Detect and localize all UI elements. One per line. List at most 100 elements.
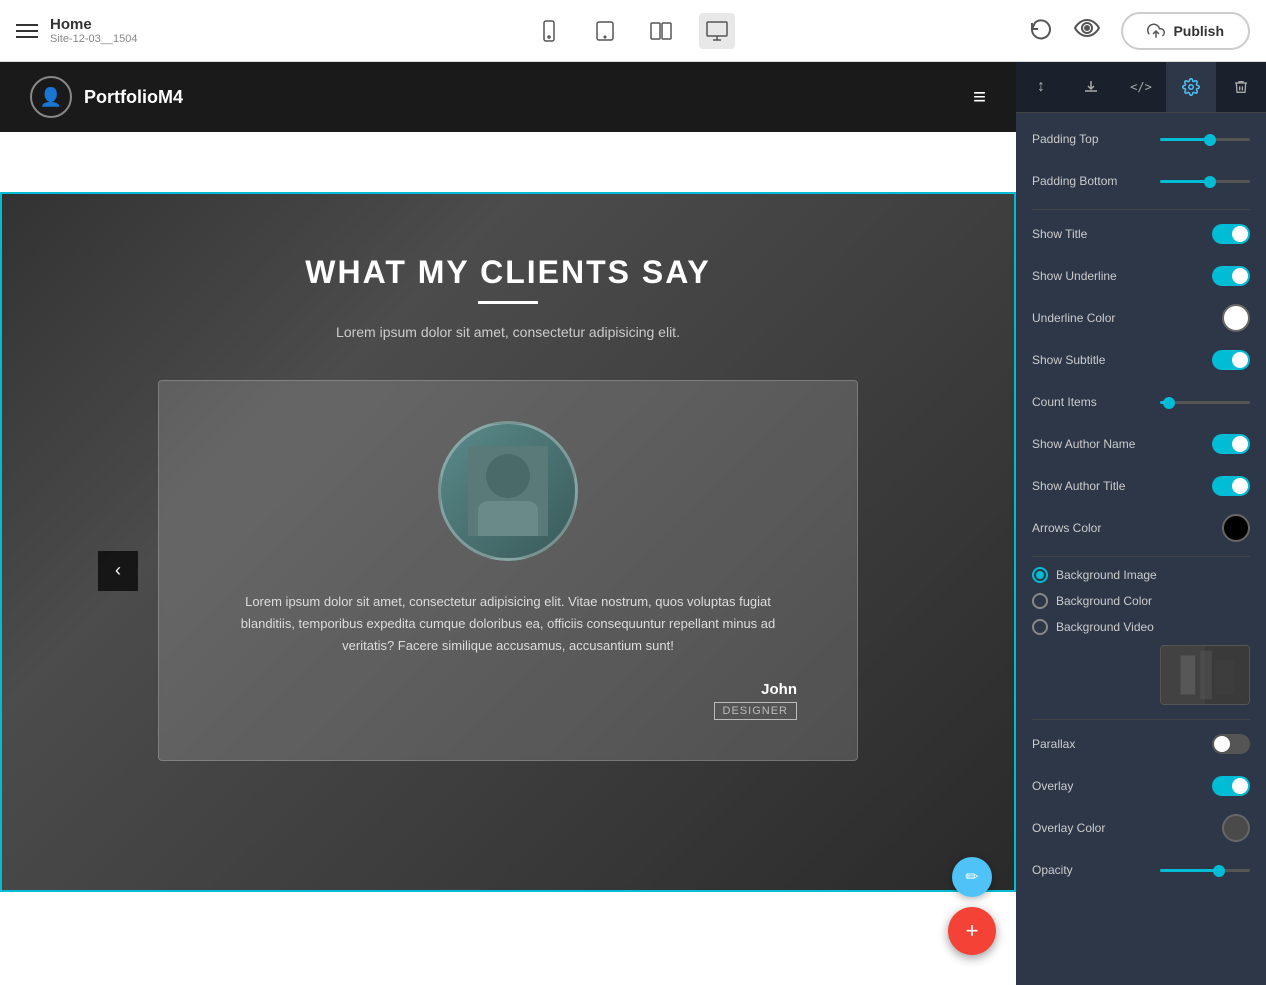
overlay-row: Overlay: [1032, 772, 1250, 800]
parallax-row: Parallax: [1032, 730, 1250, 758]
padding-top-label: Padding Top: [1032, 132, 1141, 146]
show-author-title-row: Show Author Title: [1032, 472, 1250, 500]
right-panel: ↕ </>: [1016, 62, 1266, 985]
canvas-area: 👤 PortfolioM4 ≡ WHAT MY CLIENTS SAY Lore…: [0, 62, 1016, 985]
bg-color-row: Background Color: [1032, 593, 1250, 609]
nav-hamburger[interactable]: ≡: [973, 84, 986, 110]
site-navigation: 👤 PortfolioM4 ≡: [0, 62, 1016, 132]
device-mobile[interactable]: [531, 13, 567, 49]
testimonial-underline: [478, 301, 538, 304]
padding-top-row: Padding Top: [1032, 125, 1250, 153]
avatar-icon: 👤: [40, 87, 62, 108]
bg-video-row: Background Video: [1032, 619, 1250, 635]
overlay-toggle[interactable]: [1212, 776, 1250, 796]
opacity-label: Opacity: [1032, 863, 1141, 877]
show-author-title-label: Show Author Title: [1032, 479, 1212, 493]
website-preview: 👤 PortfolioM4 ≡ WHAT MY CLIENTS SAY Lore…: [0, 62, 1016, 985]
show-title-label: Show Title: [1032, 227, 1212, 241]
bg-color-radio[interactable]: [1032, 593, 1048, 609]
brand-title: PortfolioM4: [84, 87, 183, 108]
device-desktop[interactable]: [699, 13, 735, 49]
site-brand: 👤 PortfolioM4: [30, 76, 183, 118]
show-subtitle-label: Show Subtitle: [1032, 353, 1212, 367]
show-subtitle-toggle[interactable]: [1212, 350, 1250, 370]
underline-color-swatch[interactable]: [1222, 304, 1250, 332]
padding-bottom-row: Padding Bottom: [1032, 167, 1250, 195]
arrows-color-row: Arrows Color: [1032, 514, 1250, 542]
edit-fab-button[interactable]: ✏: [952, 857, 992, 897]
testimonial-card: Lorem ipsum dolor sit amet, consectetur …: [158, 380, 858, 761]
hamburger-menu[interactable]: [16, 24, 38, 38]
parallax-label: Parallax: [1032, 737, 1212, 751]
bg-video-radio[interactable]: [1032, 619, 1048, 635]
arrows-color-label: Arrows Color: [1032, 521, 1222, 535]
top-bar: Home Site-12-03__1504: [0, 0, 1266, 62]
testimonial-heading: WHAT MY CLIENTS SAY: [42, 254, 974, 291]
bg-image-label: Background Image: [1056, 568, 1157, 582]
white-strip: [0, 132, 1016, 192]
show-title-row: Show Title: [1032, 220, 1250, 248]
bg-image-radio[interactable]: [1032, 567, 1048, 583]
preview-button[interactable]: [1073, 16, 1101, 46]
show-author-name-row: Show Author Name: [1032, 430, 1250, 458]
panel-toolbar: ↕ </>: [1016, 62, 1266, 113]
site-info: Home Site-12-03__1504: [50, 16, 137, 45]
bg-color-label: Background Color: [1056, 594, 1152, 608]
parallax-toggle[interactable]: [1212, 734, 1250, 754]
count-items-label: Count Items: [1032, 395, 1141, 409]
undo-button[interactable]: [1029, 16, 1053, 46]
arrows-color-swatch[interactable]: [1222, 514, 1250, 542]
publish-button[interactable]: Publish: [1121, 12, 1250, 50]
panel-settings: Padding Top Padding Bottom: [1016, 113, 1266, 910]
tool-reorder[interactable]: ↕: [1016, 62, 1066, 112]
device-tablet[interactable]: [587, 13, 623, 49]
tool-delete[interactable]: [1216, 62, 1266, 112]
show-underline-toggle[interactable]: [1212, 266, 1250, 286]
padding-bottom-slider[interactable]: [1141, 180, 1250, 183]
bg-thumbnail[interactable]: [1160, 645, 1250, 705]
device-switcher: [531, 13, 735, 49]
underline-color-label: Underline Color: [1032, 311, 1222, 325]
tool-code[interactable]: </>: [1116, 62, 1166, 112]
author-avatar-wrapper: [219, 421, 797, 561]
show-author-name-toggle[interactable]: [1212, 434, 1250, 454]
overlay-color-row: Overlay Color: [1032, 814, 1250, 842]
overlay-color-label: Overlay Color: [1032, 821, 1222, 835]
show-underline-label: Show Underline: [1032, 269, 1212, 283]
testimonial-body: Lorem ipsum dolor sit amet, consectetur …: [219, 591, 797, 657]
padding-bottom-label: Padding Bottom: [1032, 174, 1141, 188]
brand-avatar: 👤: [30, 76, 72, 118]
author-info: John DESIGNER: [219, 681, 797, 720]
show-author-name-label: Show Author Name: [1032, 437, 1212, 451]
overlay-label: Overlay: [1032, 779, 1212, 793]
show-title-toggle[interactable]: [1212, 224, 1250, 244]
top-bar-right: Publish: [1029, 12, 1250, 50]
publish-label: Publish: [1173, 23, 1224, 39]
testimonial-subtitle: Lorem ipsum dolor sit amet, consectetur …: [42, 324, 974, 340]
author-name: John: [219, 681, 797, 698]
bg-video-label: Background Video: [1056, 620, 1154, 634]
padding-top-slider[interactable]: [1141, 138, 1250, 141]
site-title: Home: [50, 16, 137, 33]
tool-settings[interactable]: [1166, 62, 1216, 112]
main-area: 👤 PortfolioM4 ≡ WHAT MY CLIENTS SAY Lore…: [0, 62, 1266, 985]
top-bar-left: Home Site-12-03__1504: [16, 16, 137, 45]
opacity-slider[interactable]: [1141, 869, 1250, 872]
show-underline-row: Show Underline: [1032, 262, 1250, 290]
overlay-color-swatch[interactable]: [1222, 814, 1250, 842]
testimonial-card-wrapper: ‹ Lorem: [62, 380, 954, 761]
add-fab-button[interactable]: +: [948, 907, 996, 955]
show-author-title-toggle[interactable]: [1212, 476, 1250, 496]
show-subtitle-row: Show Subtitle: [1032, 346, 1250, 374]
testimonial-content: WHAT MY CLIENTS SAY Lorem ipsum dolor si…: [2, 194, 1014, 821]
tool-download[interactable]: [1066, 62, 1116, 112]
underline-color-row: Underline Color: [1032, 304, 1250, 332]
count-items-slider[interactable]: [1141, 401, 1250, 404]
author-title: DESIGNER: [714, 702, 797, 720]
bg-image-row: Background Image: [1032, 567, 1250, 583]
site-subtitle: Site-12-03__1504: [50, 33, 137, 45]
device-split[interactable]: [643, 13, 679, 49]
prev-arrow-button[interactable]: ‹: [98, 551, 138, 591]
fab-container: ✏ +: [948, 857, 996, 955]
edit-icon: ✏: [965, 867, 978, 887]
